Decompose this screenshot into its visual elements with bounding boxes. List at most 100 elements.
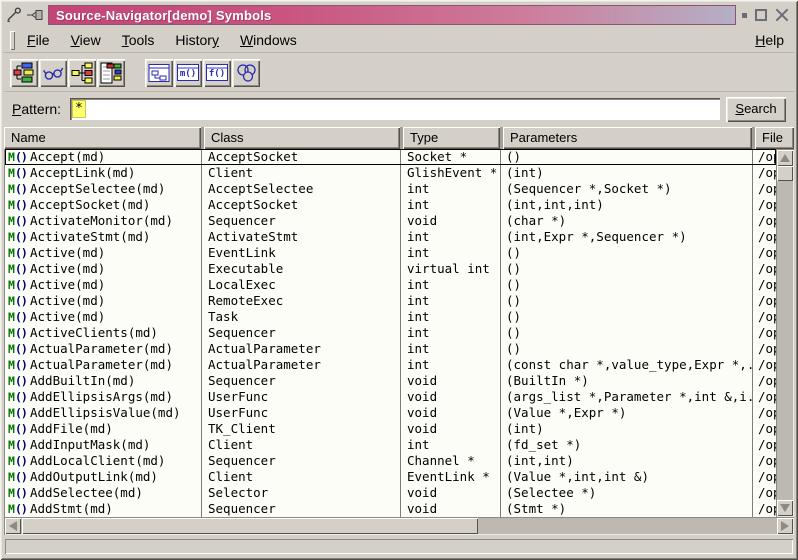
cell-parameters: (): [501, 293, 753, 309]
vertical-scroll-thumb[interactable]: [777, 166, 793, 181]
hierarchy-window-button[interactable]: [145, 59, 173, 87]
cell-class: ActualParameter: [202, 357, 401, 373]
pattern-value: *: [73, 101, 85, 117]
scroll-right-button[interactable]: [777, 518, 793, 534]
horizontal-scrollbar[interactable]: [4, 517, 794, 535]
window-tool-icon[interactable]: [4, 6, 24, 24]
table-row[interactable]: M() ActualParameter(md) ActualParameter …: [5, 357, 776, 373]
cell-type: EventLink *: [401, 469, 501, 485]
minimize-button[interactable]: [742, 13, 747, 18]
table-row[interactable]: M() AddBuiltIn(md) Sequencer void (Built…: [5, 373, 776, 389]
class-browser-button[interactable]: [97, 59, 125, 87]
maximize-button[interactable]: [755, 9, 767, 21]
cell-name: Active(md): [30, 261, 202, 277]
window-title: Source-Navigator[demo] Symbols: [56, 8, 272, 23]
cell-type: void: [401, 213, 501, 229]
method-icon: M(): [5, 229, 30, 245]
method-icon: M(): [5, 181, 30, 197]
scroll-down-button[interactable]: [777, 500, 793, 516]
symbol-browser-button[interactable]: [10, 59, 38, 87]
table-row[interactable]: M() AddOutputLink(md) Client EventLink *…: [5, 469, 776, 485]
horizontal-scroll-thumb[interactable]: [22, 518, 478, 534]
table-row[interactable]: M() AcceptSelectee(md) AcceptSelectee in…: [5, 181, 776, 197]
table-row[interactable]: M() Active(md) Task int () /opt: [5, 309, 776, 325]
column-header-name[interactable]: Name: [4, 127, 201, 149]
cell-type: void: [401, 485, 501, 501]
method-icon: M(): [5, 197, 30, 213]
column-header-class[interactable]: Class: [204, 127, 400, 149]
class-hierarchy-button[interactable]: [68, 59, 96, 87]
cell-type: int: [401, 181, 501, 197]
menu-windows[interactable]: Windows: [238, 29, 299, 51]
scroll-left-button[interactable]: [5, 518, 21, 534]
scroll-up-button[interactable]: [777, 150, 793, 166]
table-row[interactable]: M() ActivateMonitor(md) Sequencer void (…: [5, 213, 776, 229]
vertical-scrollbar[interactable]: [776, 149, 794, 517]
table-row[interactable]: M() Active(md) LocalExec int () /opt: [5, 277, 776, 293]
cell-class: Client: [202, 469, 401, 485]
table-row[interactable]: M() AddEllipsisValue(md) UserFunc void (…: [5, 405, 776, 421]
cell-class: TK_Client: [202, 421, 401, 437]
table-row[interactable]: M() Active(md) EventLink int () /opt: [5, 245, 776, 261]
table-row[interactable]: M() AcceptLink(md) Client GlishEvent * (…: [5, 165, 776, 181]
cross-reference-button[interactable]: [232, 59, 260, 87]
pushpin-icon[interactable]: [26, 6, 46, 24]
titlebar-gradient[interactable]: Source-Navigator[demo] Symbols: [48, 5, 736, 25]
cell-class: AcceptSocket: [202, 149, 401, 165]
cell-type: int: [401, 325, 501, 341]
cell-name: AddStmt(md): [30, 501, 202, 517]
table-row[interactable]: M() ActivateStmt(md) ActivateStmt int (i…: [5, 229, 776, 245]
table-row[interactable]: M() AddStmt(md) Sequencer void (Stmt *) …: [5, 501, 776, 517]
table-row[interactable]: M() ActualParameter(md) ActualParameter …: [5, 341, 776, 357]
cell-file: /opt: [753, 165, 776, 181]
column-header-file[interactable]: File: [755, 127, 794, 149]
cell-type: virtual int: [401, 261, 501, 277]
table-row[interactable]: M() AddEllipsisArgs(md) UserFunc void (a…: [5, 389, 776, 405]
menu-history[interactable]: History: [173, 29, 221, 51]
menu-help[interactable]: Help: [753, 29, 786, 51]
cell-class: Sequencer: [202, 325, 401, 341]
glasses-icon: [42, 62, 64, 84]
cell-file: /opt: [753, 469, 776, 485]
functions-window-button[interactable]: f(): [203, 59, 231, 87]
table-row[interactable]: M() AcceptSocket(md) AcceptSocket int (i…: [5, 197, 776, 213]
cell-name: Active(md): [30, 293, 202, 309]
cell-class: Sequencer: [202, 213, 401, 229]
cell-parameters: (): [501, 245, 753, 261]
menu-file[interactable]: File: [25, 29, 52, 51]
table-row[interactable]: M() AddInputMask(md) Client int (fd_set …: [5, 437, 776, 453]
up-arrow-icon: [780, 154, 790, 162]
cell-parameters: (int): [501, 165, 753, 181]
hierarchy-icon: [71, 62, 93, 84]
cell-name: AcceptLink(md): [30, 165, 202, 181]
cell-type: void: [401, 389, 501, 405]
cell-class: AcceptSelectee: [202, 181, 401, 197]
cell-parameters: (const char *,value_type,Expr *,..: [501, 357, 753, 373]
titlebar[interactable]: Source-Navigator[demo] Symbols: [4, 4, 794, 26]
retriever-button[interactable]: [39, 59, 67, 87]
cell-parameters: (): [501, 341, 753, 357]
methods-window-button[interactable]: m(): [174, 59, 202, 87]
table-row[interactable]: M() Accept(md) AcceptSocket Socket * () …: [5, 149, 776, 165]
symbol-browser-icon: [13, 62, 35, 84]
column-header-type[interactable]: Type: [403, 127, 500, 149]
column-header-parameters[interactable]: Parameters: [503, 127, 752, 149]
pattern-input[interactable]: *: [70, 98, 720, 120]
method-icon: M(): [5, 405, 30, 421]
cell-class: Client: [202, 437, 401, 453]
menu-tools[interactable]: Tools: [120, 29, 157, 51]
left-arrow-icon: [9, 521, 17, 531]
table-row[interactable]: M() AddSelectee(md) Selector void (Selec…: [5, 485, 776, 501]
close-button[interactable]: [775, 8, 789, 22]
cell-type: GlishEvent *: [401, 165, 501, 181]
table-row[interactable]: M() Active(md) RemoteExec int () /opt: [5, 293, 776, 309]
table-row[interactable]: M() ActiveClients(md) Sequencer int () /…: [5, 325, 776, 341]
menubar-grip[interactable]: [10, 31, 15, 50]
search-button[interactable]: Search: [726, 97, 786, 122]
menu-view[interactable]: View: [69, 29, 103, 51]
table-row[interactable]: M() AddFile(md) TK_Client void (int) /op…: [5, 421, 776, 437]
cell-type: int: [401, 245, 501, 261]
table-row[interactable]: M() Active(md) Executable virtual int ()…: [5, 261, 776, 277]
method-icon: M(): [5, 309, 30, 325]
table-row[interactable]: M() AddLocalClient(md) Sequencer Channel…: [5, 453, 776, 469]
